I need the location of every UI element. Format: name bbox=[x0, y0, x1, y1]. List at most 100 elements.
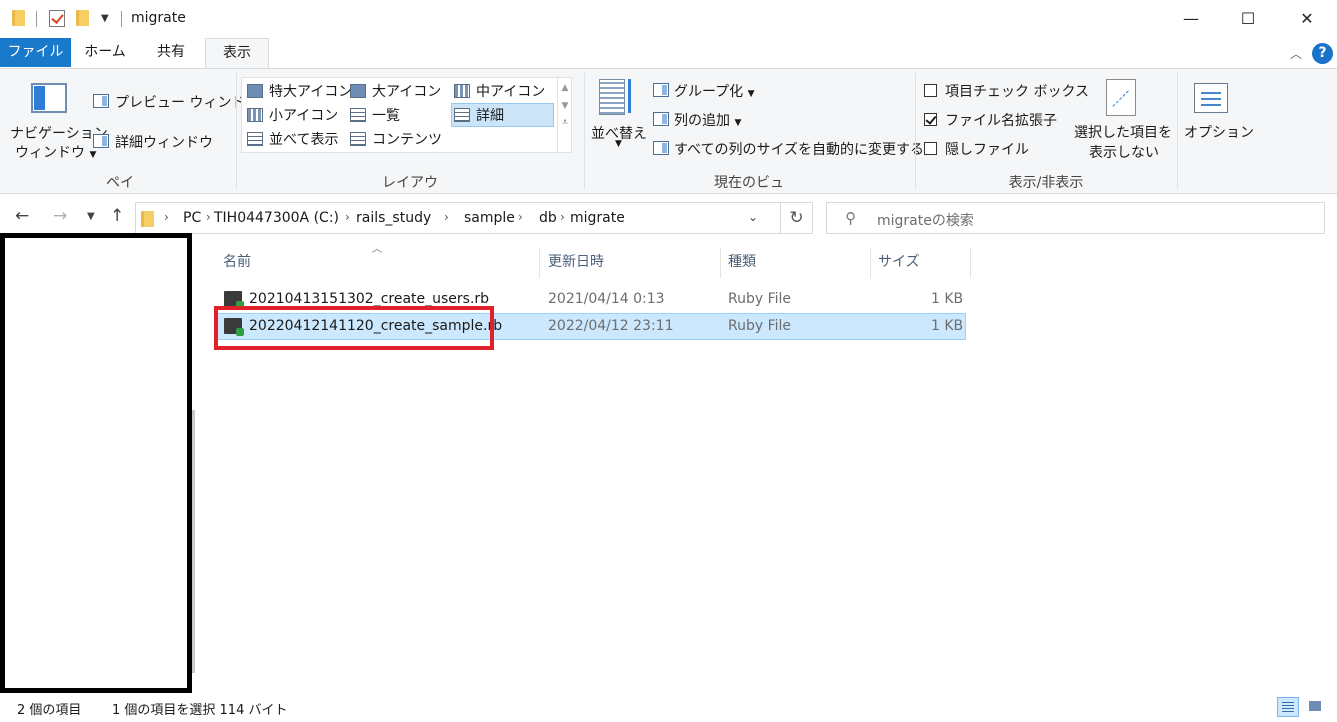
status-bar: 2 個の項目 1 個の項目を選択 114 バイト bbox=[0, 694, 1337, 722]
column-separator[interactable] bbox=[970, 248, 971, 278]
file-modified: 2022/04/12 23:11 bbox=[548, 318, 674, 334]
back-arrow-icon[interactable]: ← bbox=[15, 206, 29, 226]
file-extensions-checkbox[interactable] bbox=[924, 113, 937, 126]
column-separator[interactable] bbox=[539, 248, 540, 278]
navigation-pane[interactable] bbox=[0, 233, 192, 693]
options-button[interactable]: オプション bbox=[1184, 122, 1254, 142]
status-item-count: 2 個の項目 bbox=[17, 703, 82, 718]
group-separator bbox=[584, 73, 585, 189]
layout-tiles[interactable]: 並べて表示 bbox=[247, 129, 338, 149]
group-by-icon bbox=[653, 83, 669, 97]
column-header-size[interactable]: サイズ bbox=[878, 248, 920, 276]
help-icon[interactable]: ? bbox=[1312, 43, 1333, 64]
chevron-down-icon[interactable]: ⌄ bbox=[748, 210, 758, 224]
chevron-right-icon[interactable]: › bbox=[164, 210, 169, 224]
file-modified: 2021/04/14 0:13 bbox=[548, 291, 665, 307]
item-checkboxes-checkbox[interactable] bbox=[924, 84, 937, 97]
column-header-name[interactable]: 名前 bbox=[223, 248, 251, 276]
column-separator[interactable] bbox=[870, 248, 871, 278]
file-size: 1 KB bbox=[931, 291, 964, 307]
column-header-modified[interactable]: 更新日時 bbox=[548, 248, 604, 276]
sort-icon[interactable] bbox=[599, 79, 637, 117]
group-separator bbox=[915, 73, 916, 189]
options-icon[interactable] bbox=[1194, 83, 1228, 113]
chevron-right-icon[interactable]: › bbox=[560, 210, 565, 224]
column-header-type[interactable]: 種類 bbox=[728, 248, 756, 276]
file-type: Ruby File bbox=[728, 291, 792, 307]
layout-small-icons[interactable]: 小アイコン bbox=[247, 105, 338, 125]
breadcrumb-drive[interactable]: TIH0447300A (C:) bbox=[214, 210, 339, 226]
content-icon bbox=[350, 132, 366, 146]
layout-extra-large-icons[interactable]: 特大アイコン bbox=[247, 81, 352, 101]
breadcrumb-pc[interactable]: PC bbox=[183, 210, 201, 226]
address-bar[interactable]: › PC › TIH0447300A (C:) › rails_study › … bbox=[135, 202, 813, 234]
chevron-right-icon[interactable]: › bbox=[345, 210, 350, 224]
tab-home[interactable]: ホーム bbox=[80, 38, 130, 67]
customize-toolbar-icon[interactable]: ▼ bbox=[101, 13, 109, 24]
item-checkboxes-label[interactable]: 項目チェック ボックス bbox=[945, 81, 1089, 101]
chevron-up-icon[interactable]: ▲ bbox=[558, 83, 572, 93]
details-view-icon[interactable] bbox=[1277, 697, 1299, 717]
search-box[interactable]: ⚲ migrateの検索 bbox=[826, 202, 1325, 234]
breadcrumb-rails-study[interactable]: rails_study bbox=[356, 210, 431, 226]
large-icons-icon bbox=[350, 84, 366, 98]
new-folder-icon[interactable] bbox=[76, 10, 89, 26]
layout-list[interactable]: 一覧 bbox=[350, 105, 400, 125]
group-separator bbox=[236, 73, 237, 189]
refresh-icon[interactable]: ↻ bbox=[780, 202, 813, 234]
hidden-items-checkbox[interactable] bbox=[924, 142, 937, 155]
close-button[interactable]: ✕ bbox=[1277, 0, 1337, 38]
minimize-button[interactable]: — bbox=[1161, 0, 1221, 38]
hide-selected-label[interactable]: 選択した項目を bbox=[1074, 122, 1172, 142]
maximize-button[interactable]: ☐ bbox=[1218, 0, 1278, 38]
extra-large-icons-icon bbox=[247, 84, 263, 98]
column-separator[interactable] bbox=[720, 248, 721, 278]
breadcrumb-sample[interactable]: sample bbox=[464, 210, 515, 226]
layout-large-icons[interactable]: 大アイコン bbox=[350, 81, 441, 101]
layout-medium-icons[interactable]: 中アイコン bbox=[454, 81, 545, 101]
navigation-pane-icon[interactable] bbox=[31, 83, 67, 113]
ribbon-tabs: ファイル ホーム 共有 表示 ︿ bbox=[0, 38, 1337, 69]
sort-dropdown-icon[interactable]: ▼ bbox=[615, 139, 622, 149]
navigation-bar: ← → ▼ ↑ › PC › TIH0447300A (C:) › rails_… bbox=[0, 195, 1337, 241]
add-columns-button[interactable]: 列の追加 ▼ bbox=[674, 110, 741, 130]
navigation-pane-label-2[interactable]: ウィンドウ ▼ bbox=[15, 142, 96, 162]
chevron-right-icon[interactable]: › bbox=[206, 210, 211, 224]
hide-selected-icon[interactable] bbox=[1106, 79, 1136, 116]
hide-selected-label-2[interactable]: 表示しない bbox=[1089, 142, 1159, 162]
properties-icon[interactable] bbox=[49, 10, 65, 27]
chevron-down-icon[interactable]: ▼ bbox=[558, 101, 572, 111]
file-size: 1 KB bbox=[931, 318, 964, 334]
group-by-button[interactable]: グループ化 ▼ bbox=[674, 81, 755, 101]
file-extensions-label[interactable]: ファイル名拡張子 bbox=[945, 110, 1057, 130]
layout-details[interactable]: 詳細 bbox=[451, 103, 554, 127]
navigation-pane-scrollbar[interactable] bbox=[192, 410, 195, 673]
breadcrumb-db[interactable]: db bbox=[539, 210, 557, 226]
size-all-columns-button[interactable]: すべての列のサイズを自動的に変更する bbox=[674, 139, 924, 159]
ruby-file-icon bbox=[224, 291, 244, 309]
search-icon: ⚲ bbox=[845, 209, 856, 227]
large-icons-view-icon[interactable] bbox=[1305, 697, 1327, 717]
layout-gallery-scroll[interactable]: ▲ ▼ ⩡ bbox=[557, 77, 572, 153]
file-name[interactable]: 20210413151302_create_users.rb bbox=[249, 291, 489, 307]
hidden-items-label[interactable]: 隠しファイル bbox=[945, 139, 1029, 159]
collapse-ribbon-icon[interactable]: ︿ bbox=[1290, 45, 1302, 62]
up-arrow-icon[interactable]: ↑ bbox=[110, 206, 124, 226]
chevron-right-icon[interactable]: › bbox=[518, 210, 523, 224]
tab-share[interactable]: 共有 bbox=[146, 38, 196, 67]
chevron-right-icon[interactable]: › bbox=[444, 210, 449, 224]
preview-pane-button[interactable]: プレビュー ウィンドウ bbox=[115, 92, 259, 112]
group-label-show-hide: 表示/非表示 bbox=[1008, 175, 1084, 191]
details-pane-button[interactable]: 詳細ウィンドウ bbox=[115, 132, 213, 152]
window-title: migrate bbox=[131, 10, 186, 26]
tab-file[interactable]: ファイル bbox=[0, 38, 71, 67]
recent-locations-icon[interactable]: ▼ bbox=[87, 211, 95, 222]
breadcrumb-migrate[interactable]: migrate bbox=[570, 210, 625, 226]
layout-content[interactable]: コンテンツ bbox=[350, 129, 442, 149]
expand-gallery-icon[interactable]: ⩡ bbox=[558, 117, 572, 128]
highlight-annotation bbox=[214, 306, 494, 350]
tab-view[interactable]: 表示 bbox=[205, 38, 269, 69]
status-selection: 1 個の項目を選択 114 バイト bbox=[112, 703, 288, 718]
forward-arrow-icon[interactable]: → bbox=[53, 206, 67, 226]
search-input[interactable]: migrateの検索 bbox=[877, 210, 974, 230]
